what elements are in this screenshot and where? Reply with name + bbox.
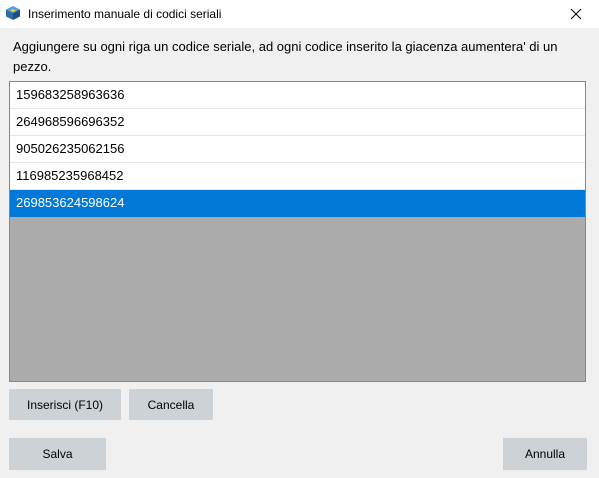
serial-row-selected[interactable]: 269853624598624 xyxy=(10,190,585,217)
app-cube-icon xyxy=(5,5,21,21)
close-button[interactable] xyxy=(553,0,599,28)
serial-row[interactable]: 905026235062156 xyxy=(10,136,585,163)
clear-button[interactable]: Cancella xyxy=(129,389,213,420)
serial-row[interactable]: 159683258963636 xyxy=(10,82,585,109)
insert-button[interactable]: Inserisci (F10) xyxy=(9,389,121,420)
cancel-button[interactable]: Annulla xyxy=(503,438,587,470)
serial-list[interactable]: 159683258963636 264968596696352 90502623… xyxy=(9,81,586,382)
instructions-text: Aggiungere su ogni riga un codice serial… xyxy=(13,39,558,74)
serial-row[interactable]: 116985235968452 xyxy=(10,163,585,190)
close-icon xyxy=(570,8,582,20)
title-bar: Inserimento manuale di codici seriali xyxy=(0,0,599,28)
save-button[interactable]: Salva xyxy=(9,438,106,470)
serial-entry-dialog: Inserimento manuale di codici seriali Ag… xyxy=(0,0,599,478)
serial-row[interactable]: 264968596696352 xyxy=(10,109,585,136)
window-title: Inserimento manuale di codici seriali xyxy=(28,7,222,21)
